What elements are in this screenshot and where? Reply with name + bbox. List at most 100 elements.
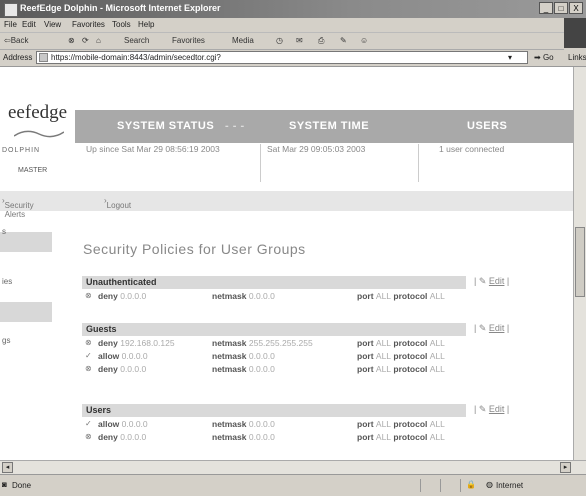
rule-netmask: 255.255.255.255 <box>248 338 313 348</box>
edit-page-icon[interactable]: ✎ <box>340 36 347 45</box>
nav-logout[interactable]: › Logout <box>104 196 131 210</box>
port-label: port <box>357 351 374 361</box>
menu-help[interactable]: Help <box>138 20 154 29</box>
sidebar-label-3[interactable]: gs <box>2 336 10 345</box>
protocol-label: protocol <box>393 419 428 429</box>
edit-users[interactable]: | ✎ Edit | <box>474 404 509 415</box>
zone-text: Internet <box>496 481 524 490</box>
rule-ip: 0.0.0.0 <box>120 364 147 374</box>
sidebar-item[interactable] <box>0 302 52 322</box>
go-button[interactable]: ➡ Go <box>534 53 554 62</box>
stop-icon[interactable]: ⊗ <box>68 36 75 45</box>
logo-text: eefedge <box>8 102 68 123</box>
ie-icon <box>4 3 18 17</box>
chevron-down-icon[interactable]: ▾ <box>508 53 512 62</box>
maximize-button[interactable]: □ <box>554 2 568 14</box>
header-bar: SYSTEM STATUS - - - SYSTEM TIME USERS <box>75 110 573 143</box>
deny-icon: ⊗ <box>85 338 92 347</box>
windows-logo-icon <box>564 18 586 48</box>
role-text: MASTER <box>18 167 48 174</box>
print-icon[interactable]: ⎙ <box>318 36 324 46</box>
edit-icon: ✎ <box>478 276 487 286</box>
edit-link[interactable]: Edit <box>489 404 505 414</box>
horizontal-scrollbar[interactable]: ◂ ▸ <box>0 460 586 475</box>
status-text: Done <box>12 481 32 490</box>
rule-ip: 0.0.0.0 <box>120 432 147 442</box>
edit-link[interactable]: Edit <box>489 323 505 333</box>
logo-subtitle: DOLPHIN <box>2 147 41 154</box>
media-button[interactable]: Media <box>232 36 254 45</box>
home-icon[interactable]: ⌂ <box>96 36 101 45</box>
group-header: Users <box>82 404 466 417</box>
close-button[interactable]: X <box>569 2 583 14</box>
menu-favorites[interactable]: Favorites <box>72 20 105 29</box>
mail-icon[interactable]: ✉ <box>296 36 303 45</box>
protocol-label: protocol <box>393 432 428 442</box>
group-header: Guests <box>82 323 466 336</box>
rule-ip: 192.168.0.125 <box>120 338 175 348</box>
netmask-label: netmask <box>212 364 247 374</box>
header-divider: - - - <box>225 120 245 132</box>
toolbar: ⇦Back ⊗ ⟳ ⌂ Search Favorites Media ◷ ✉ ⎙… <box>0 33 564 50</box>
menu-edit[interactable]: Edit <box>22 20 36 29</box>
port-label: port <box>357 364 374 374</box>
nav-row: › Security Alerts › Logout <box>0 191 573 219</box>
edit-link[interactable]: Edit <box>489 276 505 286</box>
vertical-scrollbar[interactable] <box>573 67 586 460</box>
menu-tools[interactable]: Tools <box>112 20 131 29</box>
rule-port: ALL <box>375 291 392 301</box>
links-label[interactable]: Links <box>568 53 586 62</box>
time-value: Sat Mar 29 09:05:03 2003 <box>260 144 417 182</box>
group-users: Users ✓ allow 0.0.0.0 netmask 0.0.0.0 po… <box>82 404 466 443</box>
menu-file[interactable]: File <box>4 20 17 29</box>
deny-icon: ⊗ <box>85 432 92 441</box>
header-system-status: SYSTEM STATUS <box>117 120 215 132</box>
rule-ip: 0.0.0.0 <box>120 291 147 301</box>
edit-unauthenticated[interactable]: | ✎ Edit | <box>474 276 509 287</box>
edit-icon: ✎ <box>478 404 487 414</box>
refresh-icon[interactable]: ⟳ <box>82 36 89 45</box>
port-label: port <box>357 419 374 429</box>
group-unauthenticated: Unauthenticated ⊗ deny 0.0.0.0 netmask 0… <box>82 276 466 302</box>
port-label: port <box>357 338 374 348</box>
status-bar: ◙ Done 🔒 ◍ Internet <box>0 474 586 496</box>
favorites-button[interactable]: Favorites <box>172 36 205 45</box>
group-guests: Guests ⊗ deny 192.168.0.125 netmask 255.… <box>82 323 466 375</box>
rule-netmask: 0.0.0.0 <box>248 432 275 442</box>
window-title: ReefEdge Dolphin - Microsoft Internet Ex… <box>20 3 221 13</box>
minimize-button[interactable]: _ <box>539 2 553 14</box>
page-content: eefedge DOLPHIN MASTER SYSTEM STATUS - -… <box>0 67 573 460</box>
search-button[interactable]: Search <box>124 36 149 45</box>
port-label: port <box>357 291 374 301</box>
status-divider <box>420 479 421 492</box>
rule-netmask: 0.0.0.0 <box>248 351 275 361</box>
back-button[interactable]: ⇦Back <box>4 36 29 45</box>
history-icon[interactable]: ◷ <box>276 36 283 45</box>
status-divider <box>440 479 441 492</box>
sidebar-label-2[interactable]: ies <box>2 277 12 286</box>
edit-guests[interactable]: | ✎ Edit | <box>474 323 509 334</box>
messenger-icon[interactable]: ☺ <box>360 36 368 45</box>
page-icon <box>39 53 48 62</box>
page-title: Security Policies for User Groups <box>83 241 306 257</box>
menu-view[interactable]: View <box>44 20 61 29</box>
deny-icon: ⊗ <box>85 364 92 373</box>
sidebar-item[interactable] <box>0 232 52 252</box>
users-value: 1 user connected <box>418 144 573 182</box>
scrollbar-thumb[interactable] <box>575 227 585 297</box>
scroll-right-arrow-icon[interactable]: ▸ <box>560 462 571 473</box>
address-input[interactable]: https://mobile-domain:8443/admin/secedto… <box>36 51 528 64</box>
rule-netmask: 0.0.0.0 <box>248 419 275 429</box>
rule-action: deny <box>98 338 118 348</box>
netmask-label: netmask <box>212 419 247 429</box>
port-label: port <box>357 432 374 442</box>
rule-port: ALL <box>375 432 392 442</box>
netmask-label: netmask <box>212 351 247 361</box>
rule-protocol: ALL <box>429 338 445 348</box>
rule-port: ALL <box>375 364 392 374</box>
rule-port: ALL <box>375 419 392 429</box>
scroll-left-arrow-icon[interactable]: ◂ <box>2 462 13 473</box>
go-label: Go <box>542 53 554 62</box>
policy-rule: ✓ allow 0.0.0.0 netmask 0.0.0.0 port ALL… <box>82 417 466 430</box>
nav-security-alerts[interactable]: › Security Alerts <box>2 196 34 219</box>
